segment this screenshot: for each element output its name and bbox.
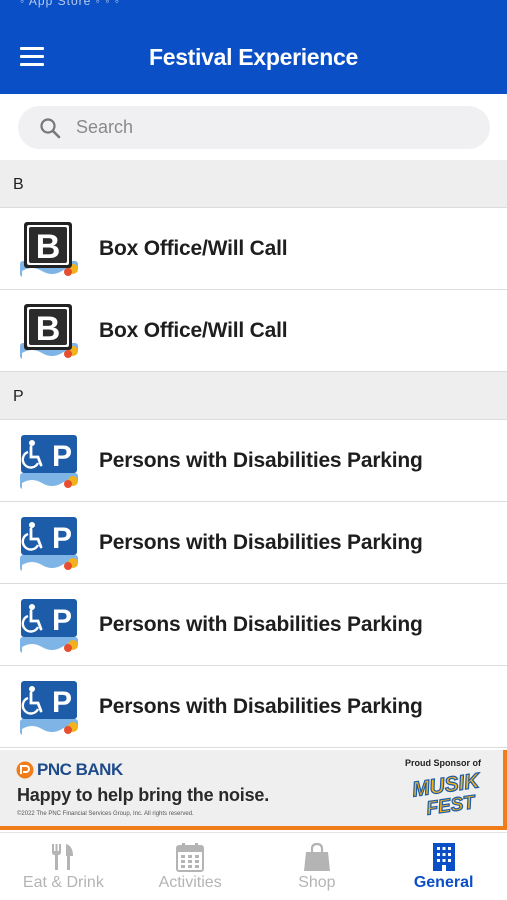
pnc-logo: PNC BANK bbox=[16, 760, 123, 780]
banner-tagline: Happy to help bring the noise. bbox=[17, 785, 270, 805]
accessible-parking-icon: P bbox=[20, 435, 78, 489]
accessible-parking-icon: P bbox=[20, 681, 78, 735]
list-item-label: Box Office/Will Call bbox=[99, 319, 288, 342]
list-item-label: Persons with Disabilities Parking bbox=[99, 449, 423, 472]
tab-shop[interactable]: Shop bbox=[254, 833, 381, 900]
search-input[interactable] bbox=[76, 106, 476, 149]
pnc-brand-name: PNC BANK bbox=[37, 760, 123, 779]
list-item-label: Box Office/Will Call bbox=[99, 237, 288, 260]
tab-label: Shop bbox=[298, 874, 336, 891]
svg-text:P: P bbox=[52, 522, 72, 555]
list-item-label: Persons with Disabilities Parking bbox=[99, 695, 423, 718]
app-header: ◦ App Store ◦ ◦ ◦ Festival Experience bbox=[0, 0, 507, 94]
svg-text:P: P bbox=[52, 440, 72, 473]
fork-knife-icon bbox=[52, 844, 74, 870]
tab-label: Activities bbox=[158, 874, 222, 891]
sponsor-banner[interactable]: PNC BANK Happy to help bring the noise. … bbox=[0, 750, 507, 830]
tab-label: Eat & Drink bbox=[22, 874, 104, 891]
svg-text:B: B bbox=[36, 228, 61, 266]
svg-text:P: P bbox=[52, 686, 72, 719]
list-item[interactable]: B Box Office/Will Call bbox=[0, 208, 507, 290]
list-item-label: Persons with Disabilities Parking bbox=[99, 613, 423, 636]
calendar-icon bbox=[176, 843, 205, 872]
tab-activities[interactable]: Activities bbox=[127, 833, 254, 900]
shopping-bag-icon bbox=[303, 842, 330, 871]
search-icon bbox=[40, 118, 61, 139]
svg-text:B: B bbox=[36, 310, 61, 348]
section-header-b: B bbox=[0, 160, 507, 208]
list-item[interactable]: P Persons with Disabilities Parking bbox=[0, 666, 507, 748]
accessible-parking-icon: P bbox=[20, 517, 78, 571]
building-icon bbox=[432, 843, 455, 871]
list-item[interactable]: P Persons with Disabilities Parking bbox=[0, 420, 507, 502]
banner-legal-text: ©2022 The PNC Financial Services Group, … bbox=[17, 811, 194, 817]
directory-list: B B Box Office/Will Call B Box Office/Wi… bbox=[0, 160, 507, 748]
page-title: Festival Experience bbox=[148, 44, 359, 70]
bottom-tab-bar: Eat & Drink Activities Shop General bbox=[0, 832, 507, 900]
status-bar-text: ◦ App Store ◦ ◦ ◦ bbox=[20, 0, 121, 8]
sponsor-label: Proud Sponsor of bbox=[405, 758, 481, 768]
list-item[interactable]: P Persons with Disabilities Parking bbox=[0, 502, 507, 584]
box-office-icon: B bbox=[20, 222, 78, 277]
list-item-label: Persons with Disabilities Parking bbox=[99, 531, 423, 554]
tab-general[interactable]: General bbox=[380, 833, 507, 900]
tab-label: General bbox=[413, 874, 474, 891]
section-header-p: P bbox=[0, 372, 507, 420]
search-bar[interactable] bbox=[18, 106, 490, 149]
tab-eat-drink[interactable]: Eat & Drink bbox=[0, 833, 127, 900]
pnc-logo-icon bbox=[16, 761, 34, 779]
list-item[interactable]: P Persons with Disabilities Parking bbox=[0, 584, 507, 666]
svg-text:P: P bbox=[52, 604, 72, 637]
box-office-icon: B bbox=[20, 304, 78, 359]
accessible-parking-icon: P bbox=[20, 599, 78, 653]
musikfest-logo: MUSIK FEST bbox=[410, 770, 483, 818]
list-item[interactable]: B Box Office/Will Call bbox=[0, 290, 507, 372]
